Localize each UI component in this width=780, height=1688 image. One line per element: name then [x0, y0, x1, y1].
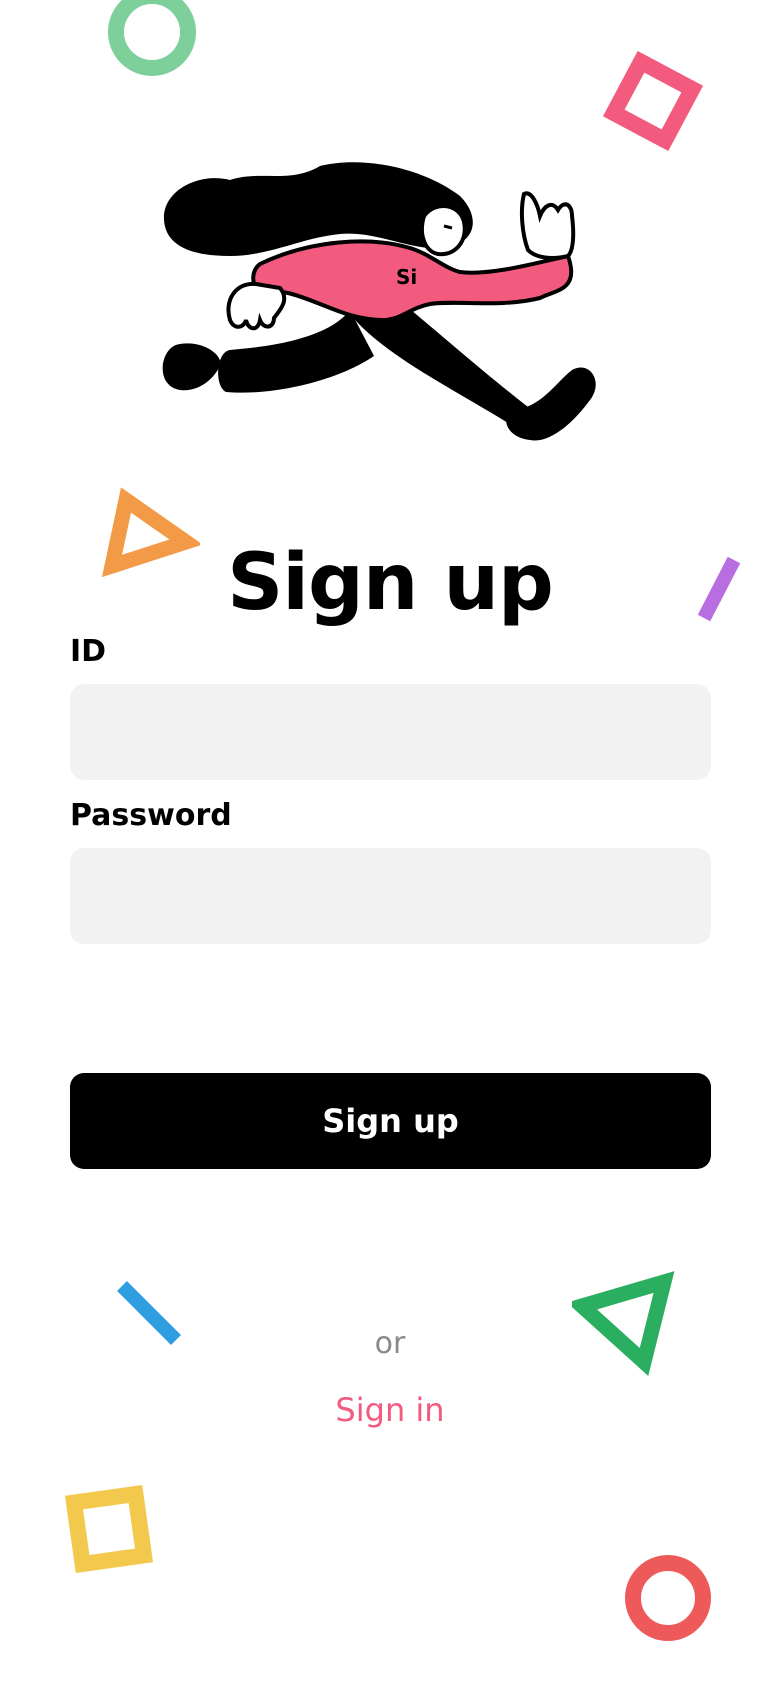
- password-label: Password: [70, 798, 232, 833]
- pink-square-decoration: [602, 50, 704, 152]
- id-label: ID: [70, 634, 107, 669]
- green-ring-decoration: [108, 0, 196, 76]
- or-divider-text: or: [374, 1326, 406, 1361]
- password-input[interactable]: [70, 848, 711, 944]
- id-input[interactable]: [70, 684, 711, 780]
- shirt-text: Si: [396, 265, 417, 289]
- page-title: Sign up: [227, 538, 554, 628]
- red-ring-decoration: [625, 1555, 711, 1641]
- yellow-square-decoration: [64, 1484, 154, 1574]
- sign-in-link[interactable]: Sign in: [290, 1388, 490, 1432]
- running-person-illustration: Si: [162, 162, 596, 441]
- sign-up-button[interactable]: Sign up: [70, 1073, 711, 1169]
